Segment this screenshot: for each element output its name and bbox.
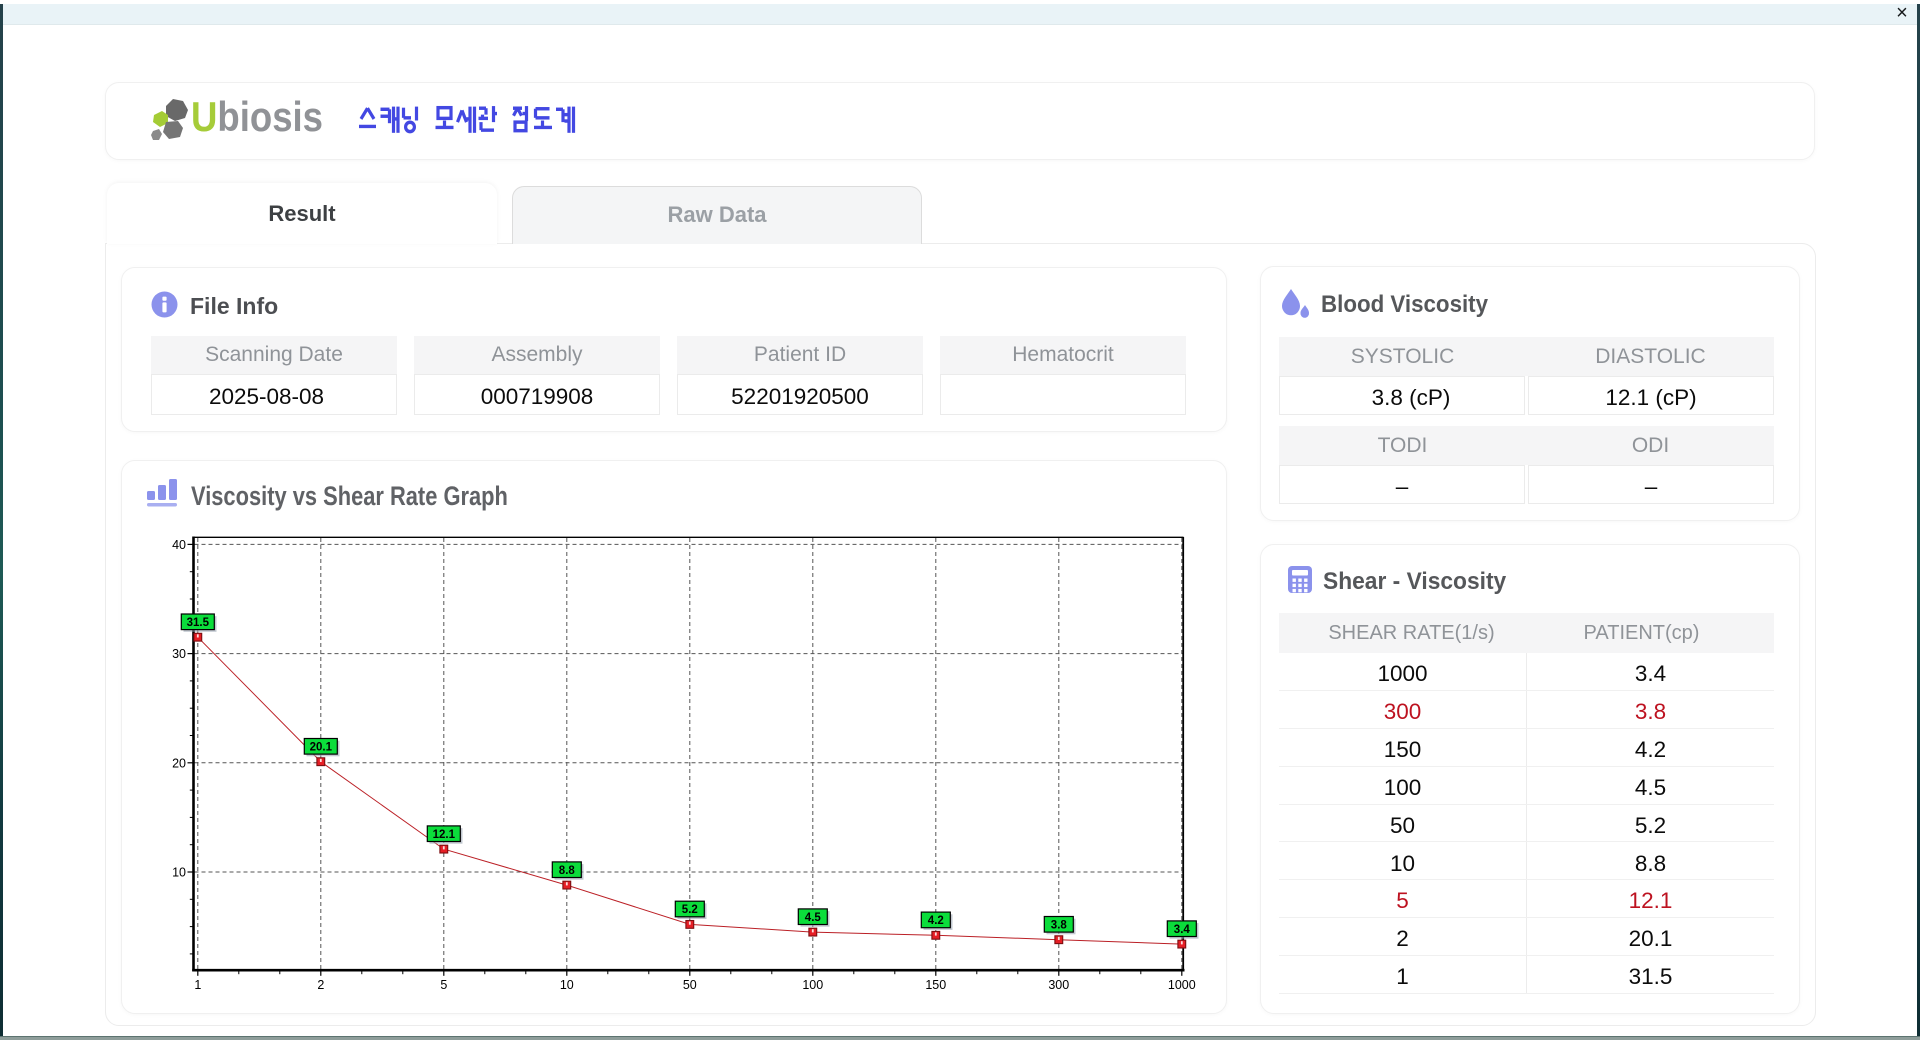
svg-text:5.2: 5.2 [682, 904, 698, 916]
svg-text:10: 10 [560, 978, 574, 992]
svg-text:30: 30 [172, 647, 186, 661]
svg-text:31.5: 31.5 [187, 617, 210, 629]
svg-text:2: 2 [317, 978, 324, 992]
svg-text:8.8: 8.8 [559, 865, 576, 877]
svg-text:5: 5 [440, 978, 447, 992]
svg-text:1: 1 [194, 978, 201, 992]
svg-text:10: 10 [172, 866, 186, 880]
svg-text:4.2: 4.2 [928, 915, 944, 927]
svg-text:300: 300 [1048, 978, 1069, 992]
svg-text:4.5: 4.5 [805, 912, 822, 924]
svg-text:150: 150 [925, 978, 946, 992]
svg-text:40: 40 [172, 538, 186, 552]
svg-text:12.1: 12.1 [433, 829, 456, 841]
svg-text:3.4: 3.4 [1174, 924, 1191, 936]
svg-text:20.1: 20.1 [310, 742, 333, 754]
svg-text:3.8: 3.8 [1051, 920, 1068, 932]
svg-text:20: 20 [172, 756, 186, 770]
svg-text:1000: 1000 [1168, 978, 1196, 992]
svg-text:50: 50 [683, 978, 697, 992]
svg-text:100: 100 [802, 978, 823, 992]
